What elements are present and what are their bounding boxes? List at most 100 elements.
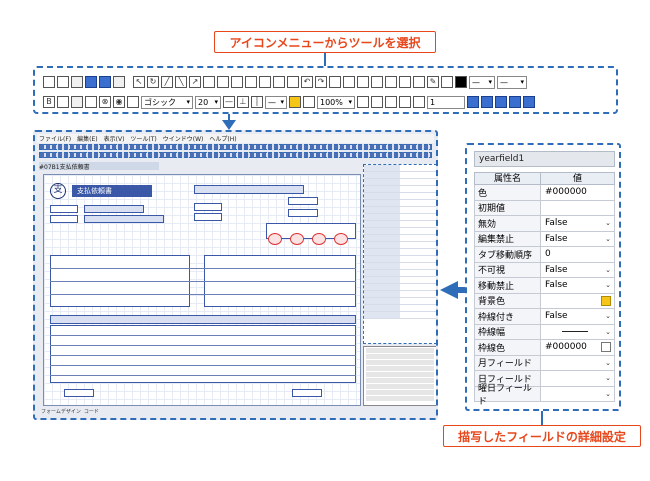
- unlock-icon[interactable]: [217, 76, 229, 88]
- property-row[interactable]: 色 #000000: [474, 185, 615, 201]
- arrow-line-icon[interactable]: ↗: [189, 76, 201, 88]
- form-field-3[interactable]: [50, 215, 78, 223]
- cut-icon[interactable]: [273, 76, 285, 88]
- paste-icon[interactable]: [259, 76, 271, 88]
- align-middle-icon[interactable]: [385, 76, 397, 88]
- next-page-icon[interactable]: [495, 96, 507, 108]
- property-value[interactable]: False ⌄: [541, 278, 614, 293]
- stamp-icon[interactable]: ⊗: [99, 96, 111, 108]
- property-value[interactable]: False ⌄: [541, 263, 614, 278]
- property-row[interactable]: 枠線付き False ⌄: [474, 309, 615, 325]
- mini-property-grid[interactable]: [363, 164, 436, 344]
- property-row[interactable]: 編集禁止 False ⌄: [474, 231, 615, 247]
- property-row[interactable]: 初期値: [474, 200, 615, 216]
- document-tab[interactable]: #07B1支払依頼書: [39, 162, 159, 171]
- property-row[interactable]: 無効 False ⌄: [474, 216, 615, 232]
- diagonal-icon[interactable]: ╲: [175, 76, 187, 88]
- property-value[interactable]: [541, 294, 614, 309]
- menu-view[interactable]: 表示(V): [104, 134, 125, 143]
- rotate-icon[interactable]: ↻: [147, 76, 159, 88]
- pdf-icon[interactable]: [371, 96, 383, 108]
- form-field-8[interactable]: [288, 209, 318, 217]
- line-width-select[interactable]: — ▾: [497, 75, 527, 89]
- zoom-select[interactable]: 100% ▾: [317, 95, 355, 109]
- bold-icon[interactable]: B: [43, 96, 55, 108]
- font-size-select[interactable]: 20 ▾: [195, 95, 221, 109]
- menu-tools[interactable]: ツール(T): [130, 134, 156, 143]
- property-value[interactable]: ⌄: [541, 371, 614, 386]
- footer-field-left[interactable]: [64, 389, 94, 397]
- chevron-down-icon[interactable]: ⌄: [605, 390, 611, 398]
- chevron-down-icon[interactable]: ⌄: [605, 328, 611, 336]
- mini-toolbar-row-2[interactable]: [39, 152, 432, 158]
- chevron-down-icon[interactable]: ⌄: [605, 359, 611, 367]
- property-value[interactable]: 0: [541, 247, 614, 262]
- export-icon[interactable]: [413, 96, 425, 108]
- tab-code[interactable]: コード: [84, 408, 99, 415]
- mini-toolbar-row-1[interactable]: [39, 144, 432, 150]
- first-page-icon[interactable]: [467, 96, 479, 108]
- fill-color-icon[interactable]: [441, 76, 453, 88]
- detail-header-row[interactable]: [50, 315, 356, 324]
- line-icon[interactable]: ╱: [161, 76, 173, 88]
- property-value[interactable]: ⌄: [541, 387, 614, 402]
- chevron-down-icon[interactable]: ⌄: [605, 281, 611, 289]
- property-row[interactable]: 背景色: [474, 293, 615, 309]
- form-field-7[interactable]: [288, 197, 318, 205]
- property-row[interactable]: 月フィールド ⌄: [474, 355, 615, 371]
- calc-icon[interactable]: [85, 96, 97, 108]
- chevron-down-icon[interactable]: ⌄: [605, 312, 611, 320]
- property-row[interactable]: 移動禁止 False ⌄: [474, 278, 615, 294]
- menu-file[interactable]: ファイル(F): [39, 134, 71, 143]
- page-input[interactable]: 1: [427, 95, 465, 109]
- prev-page-icon[interactable]: [481, 96, 493, 108]
- lock-icon[interactable]: [203, 76, 215, 88]
- chevron-down-icon[interactable]: ⌄: [605, 374, 611, 382]
- valign-dropdown-icon[interactable]: ⊥: [237, 96, 249, 108]
- footer-field-right[interactable]: [292, 389, 322, 397]
- property-value[interactable]: [541, 201, 614, 216]
- form-field-4[interactable]: [84, 215, 164, 223]
- line-color-icon[interactable]: [455, 76, 467, 88]
- preview-icon[interactable]: [357, 96, 369, 108]
- form-title-field[interactable]: 支払依頼書: [72, 185, 152, 197]
- undo-icon[interactable]: ↶: [301, 76, 313, 88]
- property-value[interactable]: ⌄: [541, 325, 614, 340]
- eye-icon[interactable]: ◉: [113, 96, 125, 108]
- form-header-field[interactable]: [194, 185, 304, 194]
- folder-icon[interactable]: [385, 96, 397, 108]
- menu-edit[interactable]: 編集(E): [77, 134, 97, 143]
- property-value[interactable]: ⌄: [541, 356, 614, 371]
- align-center-icon[interactable]: [343, 76, 355, 88]
- align-bottom-icon[interactable]: [399, 76, 411, 88]
- property-row[interactable]: 曜日フィールド ⌄: [474, 384, 615, 407]
- tab-form-design[interactable]: フォームデザイン: [41, 408, 81, 415]
- output-console[interactable]: [363, 346, 436, 406]
- menu-help[interactable]: ヘルプ(H): [209, 134, 236, 143]
- border-dropdown-icon[interactable]: │: [251, 96, 263, 108]
- form-field-1[interactable]: [50, 205, 78, 213]
- chevron-down-icon[interactable]: ⌄: [605, 266, 611, 274]
- font-select[interactable]: ゴシック ▾: [141, 95, 193, 109]
- pen-icon[interactable]: ✎: [427, 76, 439, 88]
- form-field-6[interactable]: [194, 213, 222, 221]
- open-icon[interactable]: [57, 76, 69, 88]
- save-icon[interactable]: [85, 76, 97, 88]
- property-row[interactable]: 不可視 False ⌄: [474, 262, 615, 278]
- page-view-icon[interactable]: [523, 96, 535, 108]
- color-swatch-icon[interactable]: [601, 342, 611, 353]
- chevron-down-icon[interactable]: ⌄: [605, 235, 611, 243]
- grid-icon[interactable]: [113, 76, 125, 88]
- table-icon[interactable]: [57, 96, 69, 108]
- align-dropdown-icon[interactable]: —: [223, 96, 235, 108]
- picture-icon[interactable]: [71, 96, 83, 108]
- property-value[interactable]: False ⌄: [541, 216, 614, 231]
- redo-icon[interactable]: ↷: [315, 76, 327, 88]
- distribute-icon[interactable]: [413, 76, 425, 88]
- align-top-icon[interactable]: [371, 76, 383, 88]
- form-field-2[interactable]: [84, 205, 144, 213]
- frame-icon[interactable]: [127, 96, 139, 108]
- property-row[interactable]: タブ移動順序 0: [474, 247, 615, 263]
- property-value[interactable]: #000000: [541, 185, 614, 200]
- bg-color-icon[interactable]: [289, 96, 301, 108]
